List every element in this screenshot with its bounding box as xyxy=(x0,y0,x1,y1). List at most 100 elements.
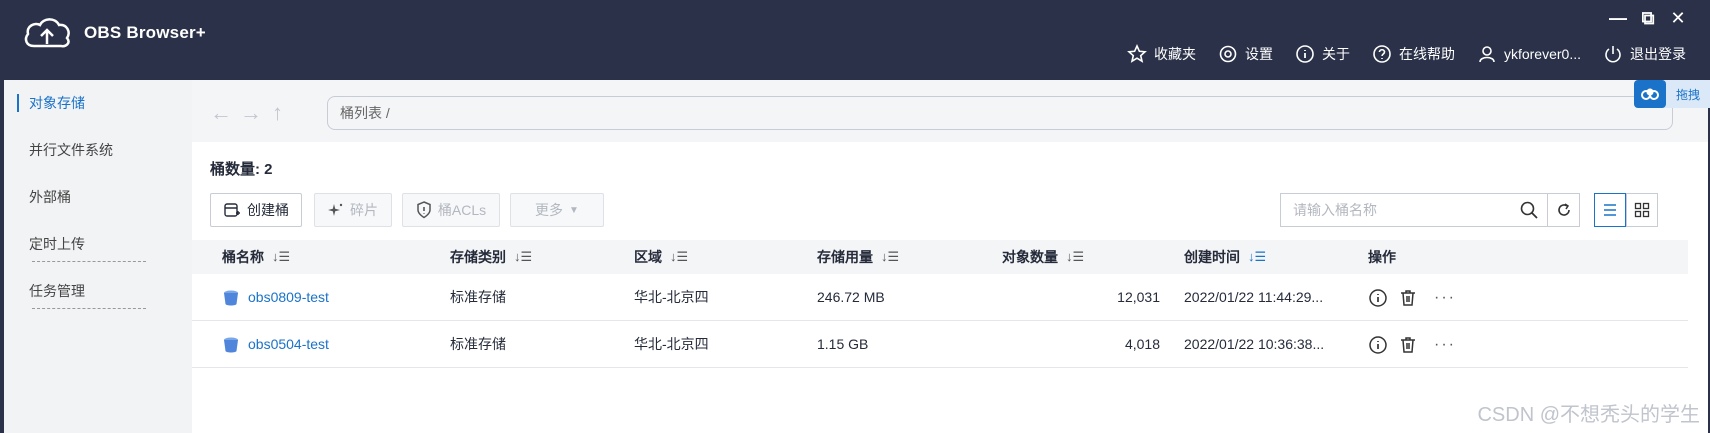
back-arrow-icon[interactable]: ← xyxy=(210,100,232,126)
bucket-link[interactable]: obs0504-test xyxy=(222,321,329,368)
col-actions: 操作 xyxy=(1368,249,1396,265)
search-icon[interactable] xyxy=(1519,200,1539,220)
about-label: 关于 xyxy=(1321,46,1350,62)
restore-button[interactable]: ⧉ xyxy=(1638,8,1658,29)
cloud-link-icon xyxy=(1634,80,1666,108)
sort-icon[interactable]: ↓☰ xyxy=(881,240,899,274)
logout-label: 退出登录 xyxy=(1630,46,1686,62)
object-count-cell: 4,018 xyxy=(1124,336,1160,352)
forward-arrow-icon[interactable]: → xyxy=(240,100,262,126)
minimize-button[interactable]: — xyxy=(1608,8,1628,29)
info-icon[interactable] xyxy=(1368,335,1388,355)
more-label: 更多 xyxy=(535,202,564,218)
list-view-button[interactable] xyxy=(1594,193,1626,227)
breadcrumb[interactable]: 桶列表 / xyxy=(327,96,1673,130)
help-link[interactable]: 在线帮助 xyxy=(1372,44,1455,64)
app-logo: OBS Browser+ xyxy=(22,14,206,52)
settings-label: 设置 xyxy=(1244,46,1273,62)
grid-view-icon xyxy=(1634,202,1650,218)
actions-cell: ··· xyxy=(1368,274,1456,321)
up-arrow-icon[interactable]: ↑ xyxy=(272,100,283,126)
cloud-upload-icon xyxy=(24,18,70,48)
watermark: CSDN @不想秃头的学生 xyxy=(1477,404,1700,426)
col-storage-class: 存储类别 ↓☰ xyxy=(450,240,532,274)
star-icon xyxy=(1127,44,1147,63)
col-region: 区域 ↓☰ xyxy=(634,240,688,274)
create-bucket-label: 创建桶 xyxy=(247,202,289,218)
refresh-icon xyxy=(1557,203,1570,216)
sort-icon[interactable]: ↓☰ xyxy=(1066,240,1084,274)
bucket-name-cell: obs0809-test xyxy=(222,274,329,321)
settings-link[interactable]: 设置 xyxy=(1218,44,1273,64)
title-bar: OBS Browser+ — ⧉ ✕ 收藏夹 设置 关于 在线帮助 ykfore… xyxy=(0,0,1710,80)
create-bucket-icon xyxy=(224,203,240,217)
shield-icon xyxy=(417,201,431,219)
created-time-cell: 2022/01/22 10:36:38... xyxy=(1184,336,1325,352)
bucket-link[interactable]: obs0809-test xyxy=(222,274,329,321)
sidebar-item-scheduled-upload[interactable]: 定时上传 xyxy=(4,221,192,268)
window-controls: — ⧉ ✕ xyxy=(1608,8,1688,29)
storage-class-cell: 标准存储 xyxy=(450,289,506,305)
favorites-link[interactable]: 收藏夹 xyxy=(1127,44,1196,64)
main-panel: ← → ↑ 桶列表 / 桶数量: 2 创建桶 碎片 桶ACLs 更多 ▼ 桶名称… xyxy=(192,80,1708,433)
sort-icon[interactable]: ↓☰ xyxy=(514,240,532,274)
sort-icon[interactable]: ↓☰ xyxy=(272,240,290,274)
bucket-icon xyxy=(224,337,238,352)
usage-cell: 1.15 GB xyxy=(817,336,869,352)
bucket-count: 桶数量: 2 xyxy=(210,161,273,178)
user-menu[interactable]: ykforever0... xyxy=(1477,44,1581,64)
trash-icon[interactable] xyxy=(1398,335,1418,355)
fragments-button[interactable]: 碎片 xyxy=(314,193,392,227)
info-icon[interactable] xyxy=(1368,288,1388,308)
address-bar: ← → ↑ 桶列表 / xyxy=(192,80,1708,142)
search-input[interactable] xyxy=(1293,202,1513,218)
sidebar-item-object-storage[interactable]: 对象存储 xyxy=(4,80,192,127)
more-actions-icon[interactable]: ··· xyxy=(1434,321,1456,368)
about-link[interactable]: 关于 xyxy=(1295,44,1350,64)
app-title: OBS Browser+ xyxy=(84,23,206,42)
object-count-cell: 12,031 xyxy=(1117,289,1160,305)
col-usage: 存储用量 ↓☰ xyxy=(817,240,899,274)
usage-cell: 246.72 MB xyxy=(817,289,885,305)
sidebar-item-task-management[interactable]: 任务管理 xyxy=(4,268,192,315)
float-widget-label: 拖拽 xyxy=(1676,87,1701,102)
sort-icon[interactable]: ↓☰ xyxy=(670,240,688,274)
username: ykforever0... xyxy=(1503,46,1581,62)
fragments-label: 碎片 xyxy=(350,202,378,218)
help-icon xyxy=(1373,45,1391,63)
actions-cell: ··· xyxy=(1368,321,1456,368)
bucket-acls-label: 桶ACLs xyxy=(437,202,487,218)
more-dropdown[interactable]: 更多 ▼ xyxy=(510,193,604,227)
floating-drag-widget[interactable]: 拖拽 xyxy=(1634,80,1710,108)
chevron-down-icon: ▼ xyxy=(569,204,579,216)
more-actions-icon[interactable]: ··· xyxy=(1434,274,1456,321)
grid-view-button[interactable] xyxy=(1626,193,1658,227)
col-bucket-name: 桶名称 ↓☰ xyxy=(222,240,290,274)
bucket-name-cell: obs0504-test xyxy=(222,321,329,368)
refresh-button[interactable] xyxy=(1548,193,1580,227)
user-icon xyxy=(1479,46,1495,63)
top-nav: 收藏夹 设置 关于 在线帮助 ykforever0... 退出登录 xyxy=(1127,44,1686,64)
sidebar: 对象存储 并行文件系统 外部桶 定时上传 任务管理 xyxy=(4,80,192,433)
power-icon xyxy=(1605,46,1621,63)
region-cell: 华北-北京四 xyxy=(634,336,709,352)
bucket-icon xyxy=(224,290,238,305)
list-view-icon xyxy=(1604,204,1616,216)
info-icon xyxy=(1296,45,1314,63)
create-bucket-button[interactable]: 创建桶 xyxy=(210,193,302,227)
col-object-count: 对象数量 ↓☰ xyxy=(1002,240,1084,274)
sidebar-item-parallel-fs[interactable]: 并行文件系统 xyxy=(4,127,192,174)
trash-icon[interactable] xyxy=(1398,288,1418,308)
bucket-acls-button[interactable]: 桶ACLs xyxy=(402,193,500,227)
sidebar-item-external-bucket[interactable]: 外部桶 xyxy=(4,174,192,221)
region-cell: 华北-北京四 xyxy=(634,289,709,305)
sparkle-icon xyxy=(328,203,343,216)
col-created-time: 创建时间 ↓☰ xyxy=(1184,240,1266,274)
table-row[interactable]: obs0809-test 标准存储 华北-北京四 246.72 MB 12,03… xyxy=(192,274,1688,321)
help-label: 在线帮助 xyxy=(1398,46,1455,62)
gear-icon xyxy=(1219,45,1237,63)
table-row[interactable]: obs0504-test 标准存储 华北-北京四 1.15 GB 4,018 2… xyxy=(192,321,1688,368)
sort-icon[interactable]: ↓☰ xyxy=(1248,240,1266,274)
logout-link[interactable]: 退出登录 xyxy=(1603,44,1686,64)
close-button[interactable]: ✕ xyxy=(1668,8,1688,29)
